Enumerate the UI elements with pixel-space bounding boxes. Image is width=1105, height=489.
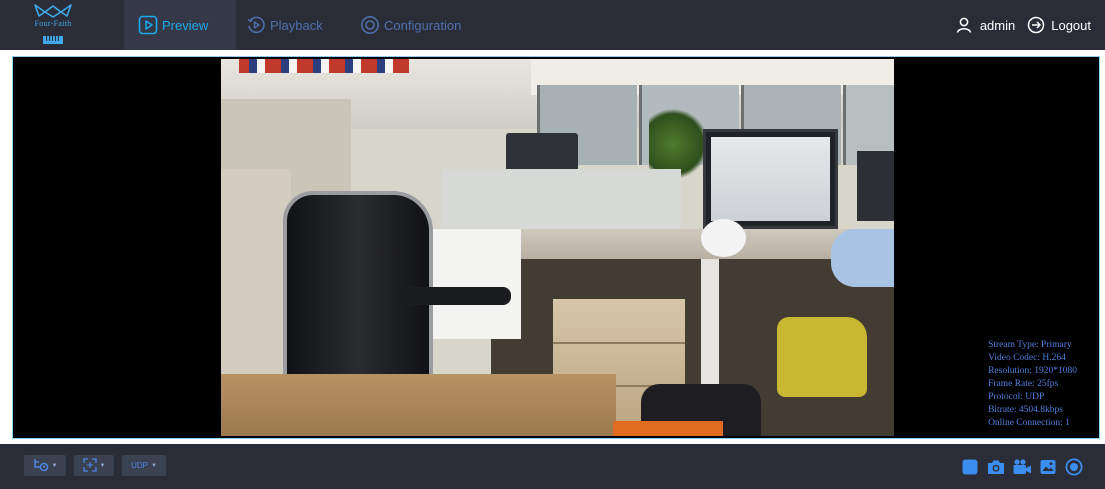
bitrate-text: Bitrate: 4504.8kbps (988, 405, 1064, 415)
play-square-icon (138, 15, 158, 35)
ptz-control-icon (33, 458, 49, 474)
live-record-button[interactable] (1064, 457, 1084, 477)
tab-preview[interactable]: Preview (124, 0, 236, 50)
stop-preview-button[interactable] (960, 457, 980, 477)
top-navigation-bar: Four-Faith IIIII Preview Playback Config… (0, 0, 1105, 50)
video-codec-text: Video Codec: H.264 (988, 353, 1066, 363)
logout-label: Logout (1051, 17, 1091, 33)
online-connection-text: Online Connection: 1 (988, 418, 1070, 428)
user-area: admin Logout (956, 0, 1091, 50)
protocol-label: UDP (131, 461, 148, 470)
replay-circle-icon (246, 15, 266, 35)
video-record-icon (1013, 459, 1031, 474)
brand-badge: IIIII (42, 36, 64, 44)
bottom-control-bar: ▼ ▼ UDP ▼ (0, 444, 1105, 489)
logout-icon (1027, 16, 1045, 34)
chevron-down-icon: ▼ (51, 462, 58, 469)
record-video-button[interactable] (1012, 457, 1032, 477)
resolution-text: Resolution: 1920*1080 (988, 366, 1077, 376)
frame-rate-text: Frame Rate: 25fps (988, 379, 1059, 389)
video-viewport[interactable]: Stream Type: Primary Video Codec: H.264 … (15, 59, 1097, 436)
protocol-text: Protocol: UDP (988, 392, 1045, 402)
video-preview-frame[interactable]: Stream Type: Primary Video Codec: H.264 … (12, 56, 1100, 439)
four-faith-logo-icon (34, 4, 72, 18)
camera-snapshot-icon (988, 460, 1004, 474)
stream-info-overlay: Stream Type: Primary Video Codec: H.264 … (988, 339, 1077, 430)
tab-preview-label: Preview (162, 17, 209, 33)
settings-circle-icon (360, 15, 380, 35)
tab-playback[interactable]: Playback (246, 0, 323, 50)
stream-type-text: Stream Type: Primary (988, 340, 1072, 350)
image-gallery-button[interactable] (1038, 457, 1058, 477)
protocol-dropdown[interactable]: UDP ▼ (122, 455, 166, 476)
user-icon (956, 17, 972, 33)
chevron-down-icon: ▼ (150, 462, 157, 469)
snapshot-button[interactable] (986, 457, 1006, 477)
stop-square-icon (962, 459, 978, 475)
tab-playback-label: Playback (270, 17, 323, 33)
username-label: admin (979, 17, 1016, 33)
brand-name: Four-Faith (34, 19, 72, 28)
zoom-fit-icon (82, 457, 97, 474)
chevron-down-icon: ▼ (99, 462, 106, 469)
camera-live-image (221, 59, 894, 436)
logout-button[interactable]: Logout (1027, 16, 1091, 34)
tab-configuration-label: Configuration (384, 17, 462, 33)
image-gallery-icon (1040, 460, 1056, 474)
ptz-control-dropdown[interactable]: ▼ (24, 455, 66, 476)
zoom-fit-dropdown[interactable]: ▼ (74, 455, 114, 476)
brand-logo[interactable]: Four-Faith IIIII (20, 3, 86, 47)
live-record-icon (1065, 458, 1083, 476)
tab-configuration[interactable]: Configuration (360, 0, 461, 50)
